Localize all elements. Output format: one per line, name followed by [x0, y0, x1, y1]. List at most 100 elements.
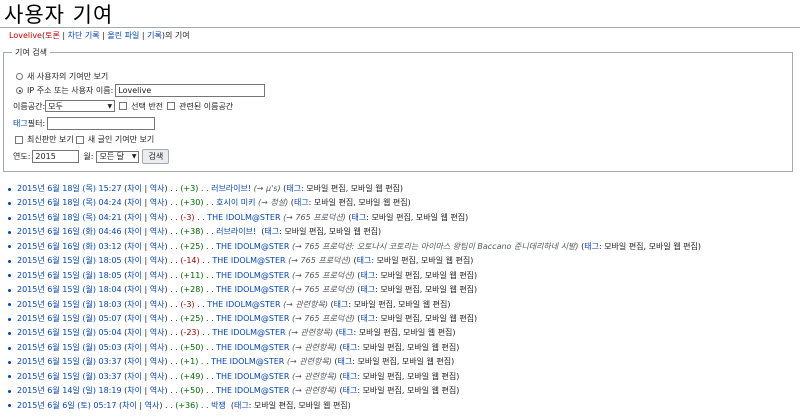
history-link[interactable]: 역사: [150, 326, 165, 340]
tags-link[interactable]: 태그: [343, 384, 358, 398]
contribution-date-link[interactable]: 2015년 6월 18일 (목) 04:24: [17, 196, 122, 210]
contribution-date-link[interactable]: 2015년 6월 15일 (월) 18:05: [17, 269, 122, 283]
history-link[interactable]: 역사: [150, 384, 165, 398]
diff-link[interactable]: 차이: [127, 240, 142, 254]
diff-link[interactable]: 차이: [127, 225, 142, 239]
tag-filter-input[interactable]: [47, 117, 156, 130]
history-link[interactable]: 역사: [150, 182, 165, 196]
tags-link[interactable]: 태그: [286, 182, 301, 196]
page-title-link[interactable]: THE IDOLM@STER: [216, 312, 289, 326]
user-link[interactable]: Lovelive: [9, 31, 42, 40]
history-link[interactable]: 역사: [145, 399, 160, 413]
page-title-link[interactable]: THE IDOLM@STER: [216, 269, 289, 283]
radio-ip-user[interactable]: IP 주소 또는 사용자 이름: Lovelive: [16, 84, 266, 97]
radio-new-users[interactable]: 새 사용자의 기여만 보기: [16, 71, 108, 82]
diff-link[interactable]: 차이: [122, 399, 137, 413]
tags-link[interactable]: 태그: [360, 283, 375, 297]
diff-link[interactable]: 차이: [127, 355, 142, 369]
logs-link[interactable]: 기록: [147, 31, 162, 40]
diff-link[interactable]: 차이: [127, 269, 142, 283]
contribution-date-link[interactable]: 2015년 6월 16일 (화) 04:46: [17, 225, 122, 239]
page-title-link[interactable]: THE IDOLM@STER: [212, 254, 285, 268]
contribution-date-link[interactable]: 2015년 6월 6일 (토) 05:17: [17, 399, 116, 413]
diff-link[interactable]: 차이: [127, 254, 142, 268]
tags-link[interactable]: 태그: [357, 254, 372, 268]
history-link[interactable]: 역사: [150, 283, 165, 297]
tags-link[interactable]: 태그: [360, 269, 375, 283]
tags-link[interactable]: 태그: [360, 312, 375, 326]
page-title-link[interactable]: THE IDOLM@STER: [216, 283, 289, 297]
contribution-date-link[interactable]: 2015년 6월 16일 (화) 03:12: [17, 240, 122, 254]
tags-link[interactable]: 태그: [234, 399, 249, 413]
diff-link[interactable]: 차이: [127, 196, 142, 210]
history-link[interactable]: 역사: [150, 370, 165, 384]
month-select[interactable]: 모든 달 ▼: [96, 150, 140, 163]
invert-checkbox[interactable]: [119, 102, 128, 110]
diff-link[interactable]: 차이: [127, 298, 142, 312]
contribution-date-link[interactable]: 2015년 6월 15일 (월) 18:04: [17, 283, 122, 297]
search-button[interactable]: 검색: [142, 149, 170, 164]
contribution-date-link[interactable]: 2015년 6월 15일 (월) 03:37: [17, 370, 122, 384]
history-link[interactable]: 역사: [150, 269, 165, 283]
contribution-date-link[interactable]: 2015년 6월 15일 (월) 03:37: [17, 355, 122, 369]
page-title-link[interactable]: THE IDOLM@STER: [216, 384, 289, 398]
page-title-link[interactable]: THE IDOLM@STER: [207, 298, 280, 312]
diff-link[interactable]: 차이: [127, 283, 142, 297]
diff-link[interactable]: 차이: [127, 326, 142, 340]
year-input[interactable]: 2015: [32, 150, 80, 163]
tags-link[interactable]: 태그: [343, 370, 358, 384]
page-title-link[interactable]: THE IDOLM@STER: [207, 211, 280, 225]
diff-link[interactable]: 차이: [127, 211, 142, 225]
associated-checkbox[interactable]: [167, 102, 176, 110]
tags-link[interactable]: 태그: [351, 211, 366, 225]
radio-button[interactable]: [16, 73, 23, 80]
contribution-date-link[interactable]: 2015년 6월 15일 (월) 18:05: [17, 254, 122, 268]
diff-link[interactable]: 차이: [127, 182, 142, 196]
block-log-link[interactable]: 차단 기록: [68, 31, 100, 40]
page-title-link[interactable]: THE IDOLM@STER: [216, 240, 289, 254]
diff-link[interactable]: 차이: [127, 370, 142, 384]
tags-link[interactable]: 태그: [584, 240, 599, 254]
tags-link[interactable]: 태그: [264, 225, 279, 239]
latest-only-checkbox[interactable]: [15, 135, 23, 144]
page-title-link[interactable]: THE IDOLM@STER: [212, 326, 285, 340]
contribution-date-link[interactable]: 2015년 6월 15일 (월) 05:03: [17, 341, 122, 355]
history-link[interactable]: 역사: [150, 355, 165, 369]
contribution-date-link[interactable]: 2015년 6월 18일 (목) 15:27: [17, 182, 122, 196]
tags-link[interactable]: 태그: [294, 196, 309, 210]
talk-link[interactable]: 토론: [45, 31, 60, 40]
username-input[interactable]: Lovelive: [115, 84, 266, 97]
new-pages-checkbox[interactable]: [75, 135, 84, 144]
diff-link[interactable]: 차이: [127, 384, 142, 398]
tags-link[interactable]: 태그: [343, 341, 358, 355]
history-link[interactable]: 역사: [150, 341, 165, 355]
page-title-link[interactable]: THE IDOLM@STER: [216, 341, 289, 355]
tags-link[interactable]: 태그: [339, 326, 354, 340]
page-title-link[interactable]: THE IDOLM@STER: [211, 355, 284, 369]
page-title-link[interactable]: THE IDOLM@STER: [216, 370, 289, 384]
page-title-link[interactable]: 러브라이브!: [211, 182, 251, 196]
page-title-link[interactable]: 호시이 미키: [216, 196, 255, 210]
tags-link[interactable]: 태그: [338, 355, 353, 369]
history-link[interactable]: 역사: [150, 211, 165, 225]
history-link[interactable]: 역사: [150, 312, 165, 326]
radio-button-selected[interactable]: [16, 87, 23, 94]
contribution-date-link[interactable]: 2015년 6월 18일 (목) 04:21: [17, 211, 122, 225]
diff-link[interactable]: 차이: [127, 312, 142, 326]
history-link[interactable]: 역사: [150, 240, 165, 254]
history-link[interactable]: 역사: [150, 254, 165, 268]
history-link[interactable]: 역사: [150, 225, 165, 239]
contribution-date-link[interactable]: 2015년 6월 15일 (월) 05:04: [17, 326, 122, 340]
page-title-link[interactable]: 박쟁: [211, 399, 226, 413]
contribution-date-link[interactable]: 2015년 6월 15일 (월) 18:03: [17, 298, 122, 312]
uploads-link[interactable]: 올린 파일: [107, 31, 139, 40]
namespace-select[interactable]: 모두 ▼: [45, 100, 116, 112]
history-link[interactable]: 역사: [150, 196, 165, 210]
tag-filter-link[interactable]: 태그: [13, 118, 28, 129]
contribution-date-link[interactable]: 2015년 6월 15일 (월) 05:07: [17, 312, 122, 326]
contribution-date-link[interactable]: 2015년 6월 14일 (일) 18:19: [17, 384, 122, 398]
diff-link[interactable]: 차이: [127, 341, 142, 355]
page-title-link[interactable]: 러브라이브!: [216, 225, 256, 239]
tags-link[interactable]: 태그: [334, 298, 349, 312]
history-link[interactable]: 역사: [150, 298, 165, 312]
